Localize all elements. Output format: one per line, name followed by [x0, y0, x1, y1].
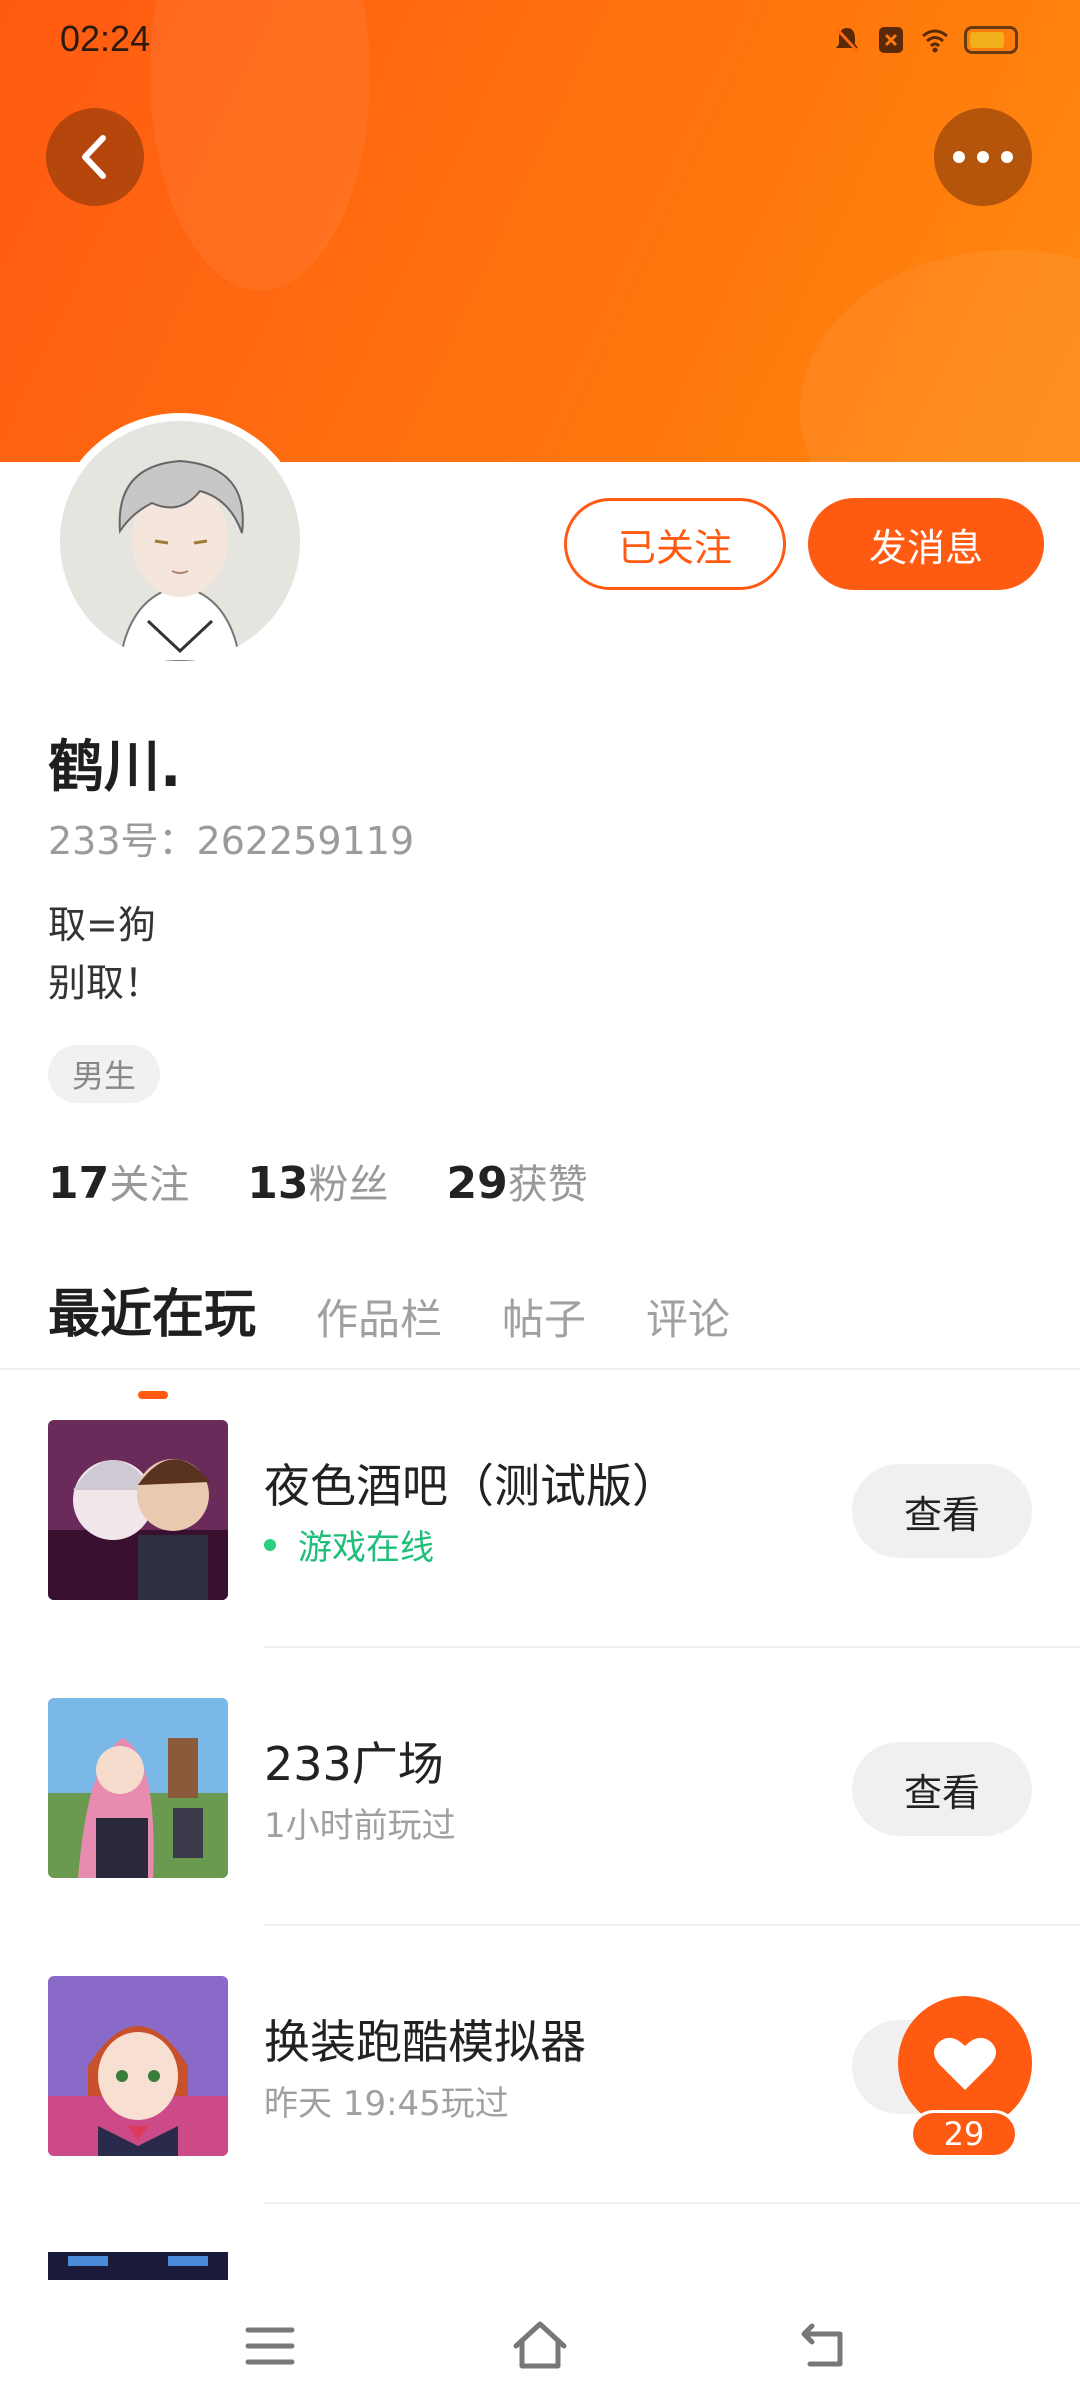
- list-item[interactable]: 233广场 1小时前玩过 查看: [0, 1648, 1080, 1926]
- gender-tag: 男生: [48, 1045, 161, 1103]
- stat-label: 关注: [109, 1162, 190, 1208]
- stat-label: 获赞: [507, 1162, 588, 1208]
- tab-label: 最近在玩: [48, 1285, 257, 1345]
- bio-line: 别取！: [48, 961, 163, 1005]
- avatar-image: [60, 421, 300, 661]
- send-message-button[interactable]: 发消息: [808, 498, 1044, 590]
- stat-likes[interactable]: 29 获赞: [446, 1152, 587, 1210]
- game-name: 夜色酒吧（测试版）: [264, 1459, 678, 1513]
- stat-label: 粉丝: [308, 1162, 389, 1208]
- profile-tabs: 最近在玩 作品栏 帖子 评论: [48, 1272, 730, 1399]
- wifi-icon: [922, 29, 948, 53]
- game-status: 1小时前玩过: [264, 1806, 456, 1846]
- stat-number: 13: [247, 1158, 309, 1209]
- game-name: 换装跑酷模拟器: [264, 2015, 586, 2069]
- tab-recently-played[interactable]: 最近在玩: [48, 1272, 257, 1399]
- bio: 取=狗 别取！: [48, 896, 162, 1012]
- stat-number: 29: [446, 1158, 508, 1209]
- row-divider: [264, 2202, 1080, 2204]
- tab-works[interactable]: 作品栏: [316, 1286, 442, 1347]
- game-status-text: 游戏在线: [298, 1528, 434, 1568]
- online-dot-icon: [264, 1538, 276, 1551]
- status-bar: 02:24: [0, 0, 1080, 80]
- more-icon: [953, 151, 1013, 163]
- game-thumbnail: [48, 1420, 228, 1600]
- status-time: 02:24: [60, 18, 151, 59]
- menu-icon[interactable]: [240, 2316, 300, 2376]
- battery-icon: [964, 26, 1018, 54]
- stat-number: 17: [48, 1158, 110, 1209]
- game-thumbnail: [48, 2252, 228, 2280]
- heart-icon: [934, 2037, 996, 2090]
- game-status: 游戏在线: [264, 1520, 434, 1569]
- followed-button[interactable]: 已关注: [564, 498, 786, 590]
- list-item[interactable]: 夜色酒吧（测试版） 游戏在线 查看: [0, 1370, 1080, 1648]
- view-button[interactable]: 查看: [852, 1742, 1032, 1836]
- username: 鹤川.: [48, 735, 182, 800]
- game-name: 233广场: [264, 1737, 444, 1791]
- stat-followers[interactable]: 13 粉丝: [247, 1152, 388, 1210]
- view-button[interactable]: 查看: [852, 1464, 1032, 1558]
- more-button[interactable]: [934, 108, 1032, 206]
- bio-line: 取=狗: [48, 903, 156, 947]
- home-icon[interactable]: [510, 2316, 570, 2376]
- user-id: 233号：262259119: [48, 819, 415, 863]
- like-count-badge: 29: [910, 2110, 1018, 2158]
- back-nav-icon[interactable]: [796, 2316, 856, 2376]
- avatar[interactable]: [52, 413, 308, 669]
- tab-comments[interactable]: 评论: [646, 1286, 730, 1347]
- system-nav-bar: [0, 2280, 1080, 2408]
- game-thumbnail: [48, 1976, 228, 2156]
- profile-stats: 17 关注 13 粉丝 29 获赞: [48, 1152, 588, 1210]
- game-thumbnail: [48, 1698, 228, 1878]
- back-icon: [82, 135, 106, 179]
- status-icons: [832, 24, 1018, 56]
- back-button[interactable]: [46, 108, 144, 206]
- stat-following[interactable]: 17 关注: [48, 1152, 189, 1210]
- tab-posts[interactable]: 帖子: [502, 1286, 586, 1347]
- game-status: 昨天 19:45玩过: [264, 2084, 509, 2124]
- notification-x-icon: [879, 27, 903, 53]
- mute-icon: [834, 26, 860, 54]
